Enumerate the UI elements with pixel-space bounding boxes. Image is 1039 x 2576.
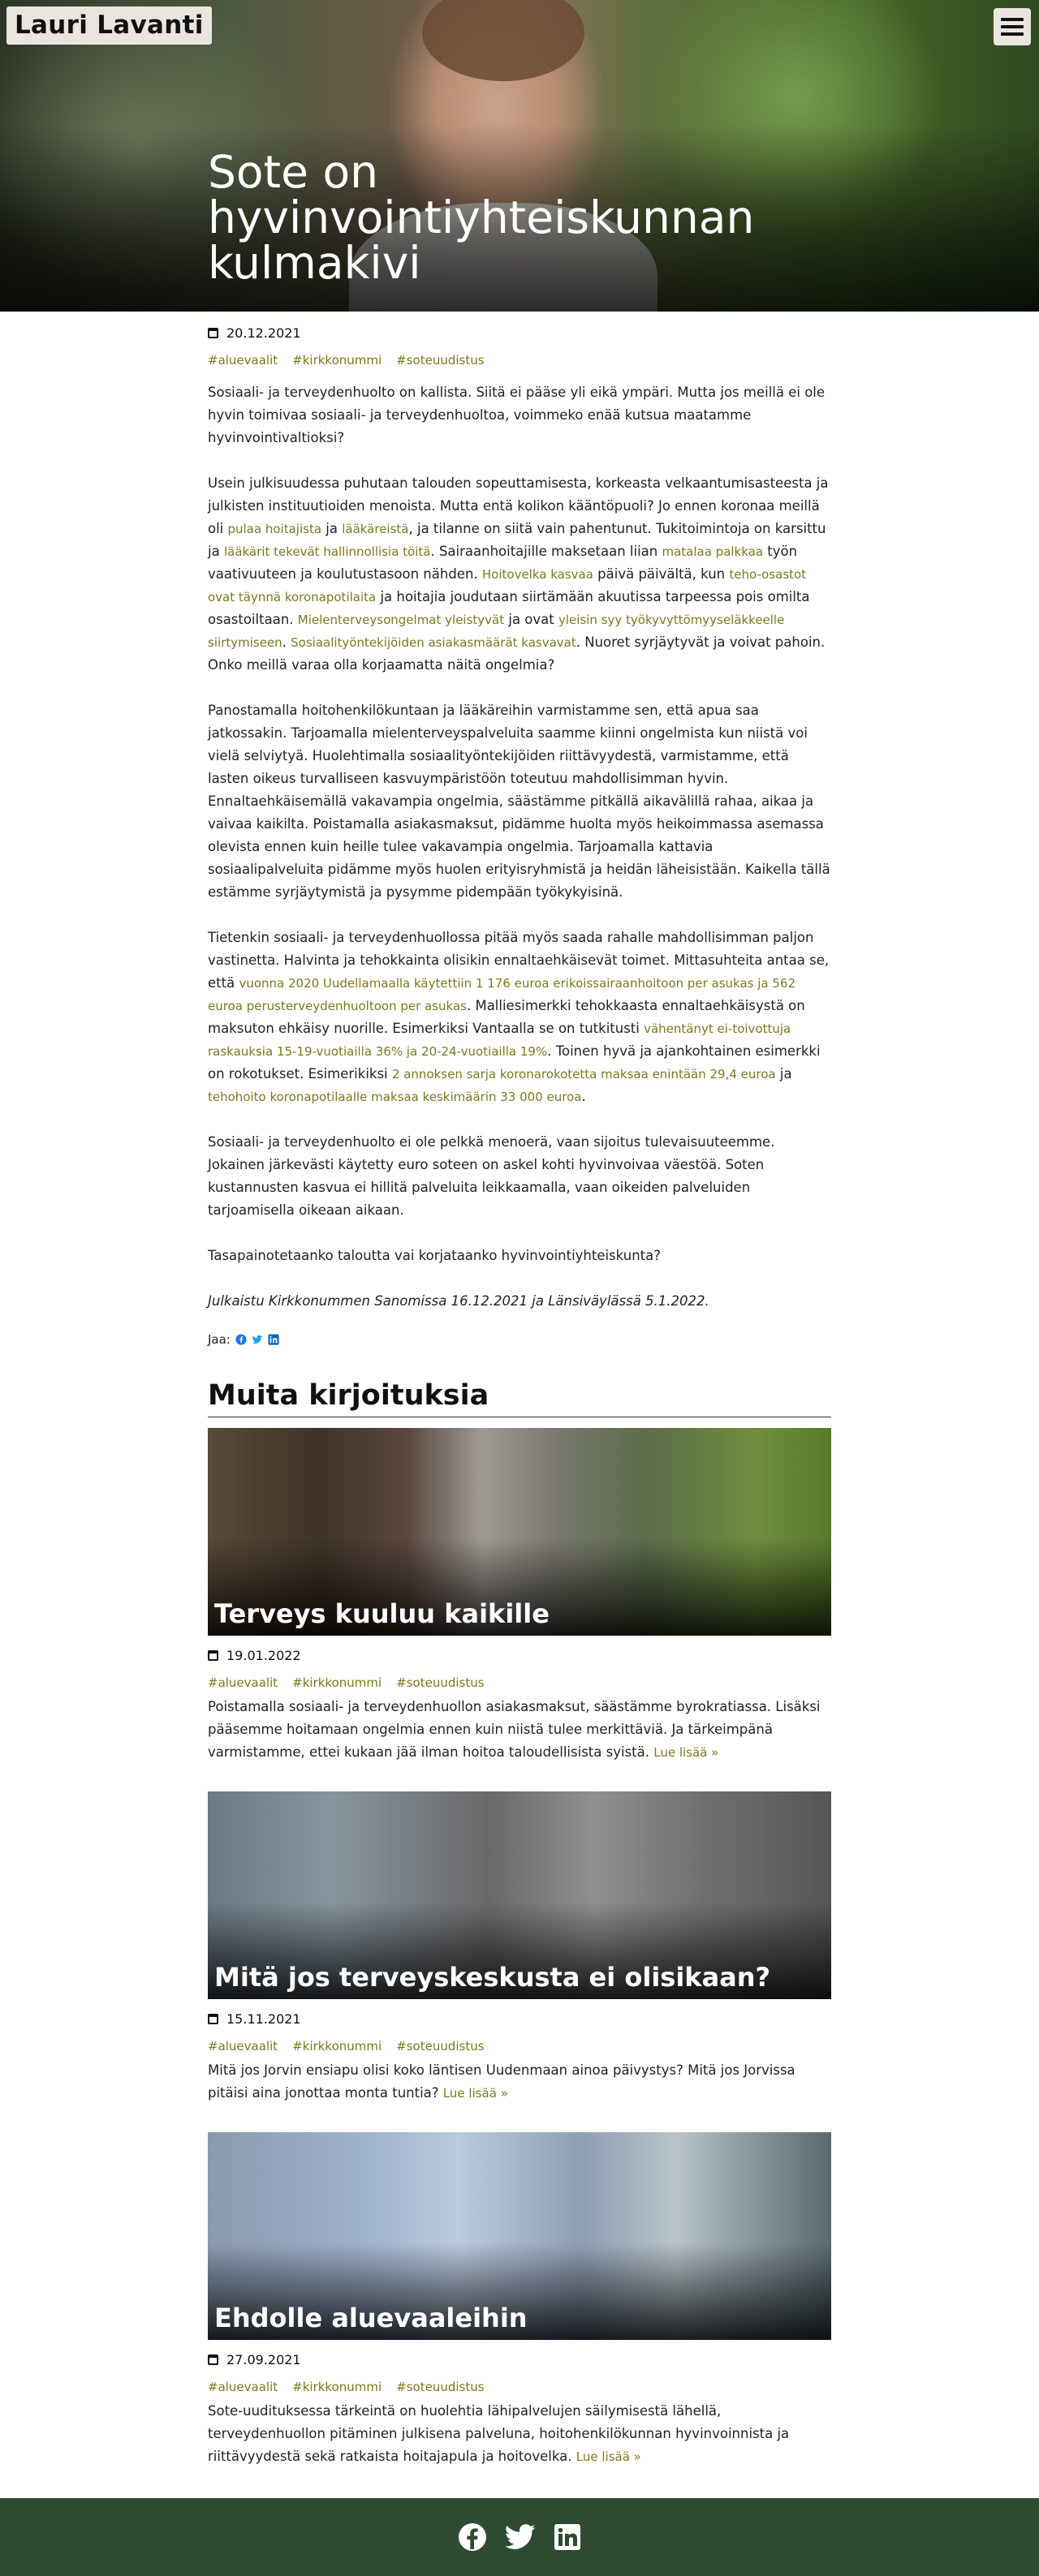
calendar-icon [208,2013,218,2024]
post-date: 19.01.2022 [226,1647,301,1663]
tag-link[interactable]: #kirkkonummi [292,2039,382,2053]
article: 20.12.2021 #aluevaalit #kirkkonummi #sot… [208,321,831,1347]
read-more-link[interactable]: Lue lisää » [443,2086,508,2101]
tag-link[interactable]: #soteuudistus [396,353,484,368]
post-date-row: 19.01.2022 [208,1644,831,1666]
post-title[interactable]: Ehdolle aluevaaleihin [214,2303,528,2333]
tag-link[interactable]: #aluevaalit [208,1675,278,1690]
share-bar: Jaa: [208,1332,831,1347]
twitter-icon[interactable] [252,1334,263,1345]
tag-link[interactable]: #aluevaalit [208,2380,278,2394]
footer [0,2498,1039,2576]
post-image[interactable]: Ehdolle aluevaaleihin [208,2132,831,2340]
calendar-icon [208,2354,218,2365]
paragraph: Tasapainotetaanko taloutta vai korjataan… [208,1248,661,1263]
tag-link[interactable]: #soteuudistus [396,2380,484,2394]
menu-icon [1001,18,1024,21]
source-link[interactable]: lääkäreistä [342,522,408,536]
source-link[interactable]: Sosiaalityöntekijöiden asiakasmäärät kas… [291,635,576,650]
tag-link[interactable]: #aluevaalit [208,2039,278,2053]
site-logo[interactable]: Lauri Lavanti [6,6,212,45]
calendar-icon [208,1649,218,1661]
more-posts-heading: Muita kirjoituksia [208,1379,831,1417]
source-link[interactable]: 2 annoksen sarja koronarokotetta maksaa … [392,1067,776,1082]
post-date: 15.11.2021 [226,2010,301,2027]
paragraph: Usein julkisuudessa puhutaan talouden so… [208,475,829,673]
hero-portrait-hair [422,0,584,81]
post-date-row: 15.11.2021 [208,2007,831,2030]
read-more-link[interactable]: Lue lisää » [576,2449,641,2464]
tag-link[interactable]: #aluevaalit [208,353,278,368]
post-title[interactable]: Mitä jos terveyskeskusta ei olisikaan? [214,1962,770,1993]
linkedin-icon[interactable] [268,1334,279,1345]
source-link[interactable]: Hoitovelka kasvaa [482,567,593,582]
article-date: 20.12.2021 [226,325,301,341]
post-tags: #aluevaalit #kirkkonummi #soteuudistus [208,1671,831,1694]
source-link[interactable]: Mielenterveysongelmat yleistyvät [298,613,504,627]
post-title[interactable]: Terveys kuuluu kaikille [214,1598,550,1629]
twitter-icon[interactable] [505,2524,536,2550]
share-label: Jaa: [208,1332,231,1347]
post-tags: #aluevaalit #kirkkonummi #soteuudistus [208,2376,831,2398]
post-card: Ehdolle aluevaaleihin 27.09.2021 #alueva… [208,2132,831,2468]
article-body: Sosiaali- ja terveydenhuolto on kallista… [208,381,831,1313]
post-card: Mitä jos terveyskeskusta ei olisikaan? 1… [208,1791,831,2105]
source-link[interactable]: lääkärit tekevät hallinnollisia töitä [224,544,431,559]
facebook-icon[interactable] [458,2522,487,2552]
facebook-icon[interactable] [235,1334,247,1345]
paragraph: Tietenkin sosiaali- ja terveydenhuolloss… [208,930,830,1104]
post-date: 27.09.2021 [226,2351,301,2367]
post-image[interactable]: Mitä jos terveyskeskusta ei olisikaan? [208,1791,831,1999]
post-tags: #aluevaalit #kirkkonummi #soteuudistus [208,2035,831,2058]
post-image[interactable]: Terveys kuuluu kaikille [208,1428,831,1636]
tag-link[interactable]: #kirkkonummi [292,1675,382,1690]
tag-link[interactable]: #soteuudistus [396,2039,484,2053]
article-date-row: 20.12.2021 [208,321,831,344]
post-date-row: 27.09.2021 [208,2348,831,2371]
source-link[interactable]: pulaa hoitajista [228,522,322,536]
paragraph: Sosiaali- ja terveydenhuolto on kallista… [208,385,826,445]
post-card: Terveys kuuluu kaikille 19.01.2022 #alue… [208,1428,831,1764]
post-excerpt: Sote-uudituksessa tärkeintä on huolehtia… [208,2403,790,2464]
tag-link[interactable]: #kirkkonummi [292,353,382,368]
tag-link[interactable]: #soteuudistus [396,1675,484,1690]
source-link[interactable]: tehohoito koronapotilaalle maksaa keskim… [208,1090,581,1104]
article-tags: #aluevaalit #kirkkonummi #soteuudistus [208,349,831,372]
paragraph: Sosiaali- ja terveydenhuolto ei ole pelk… [208,1134,775,1218]
read-more-link[interactable]: Lue lisää » [653,1745,718,1760]
article-title: Sote on hyvinvointiyhteiskunnan kulmakiv… [208,146,755,289]
post-excerpt: Mitä jos Jorvin ensiapu olisi koko länti… [208,2062,795,2101]
calendar-icon [208,327,218,338]
linkedin-icon[interactable] [554,2523,581,2551]
post-excerpt: Poistamalla sosiaali- ja terveydenhuollo… [208,1699,821,1760]
tag-link[interactable]: #kirkkonummi [292,2380,382,2394]
paragraph: Panostamalla hoitohenkilökuntaan ja lääk… [208,703,830,900]
menu-button[interactable] [994,8,1031,45]
hero-banner: Lauri Lavanti Sote on hyvinvointiyhteisk… [0,0,1039,312]
source-link[interactable]: matalaa palkkaa [662,544,763,559]
publication-note: Julkaistu Kirkkonummen Sanomissa 16.12.2… [208,1293,709,1309]
